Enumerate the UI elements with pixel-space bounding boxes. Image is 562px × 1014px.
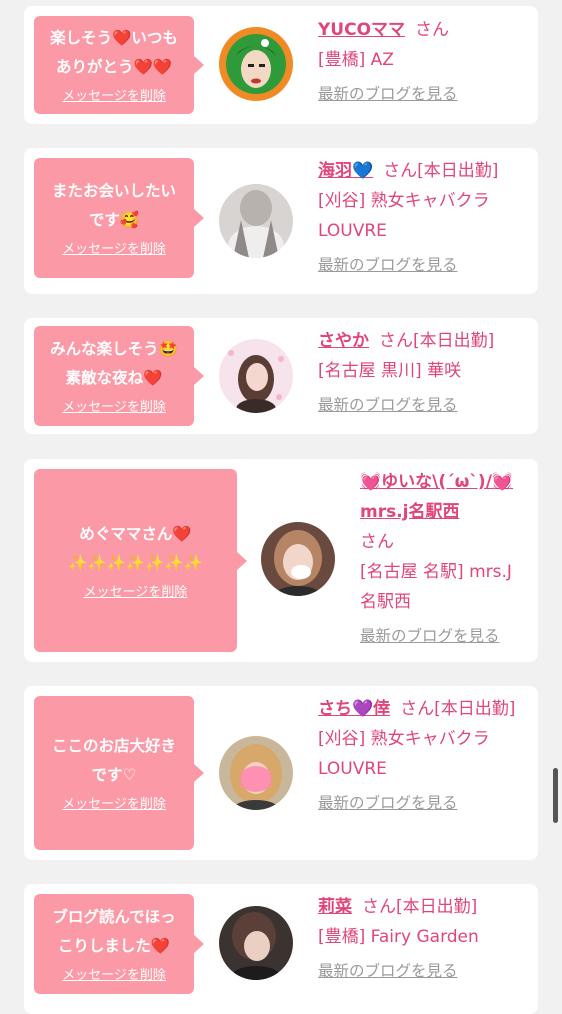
san-label: さん xyxy=(383,161,418,181)
message-card: めぐママさん❤️ ✨✨✨✨✨✨✨ メッセージを削除 💓ゆいな\(´ω`)/💓mr… xyxy=(24,459,538,662)
green-hair-illustration-avatar xyxy=(219,27,293,101)
message-card: 楽しそう❤️いつも ありがとう❤️❤️ メッセージを削除 YUCOママ さん [豊… xyxy=(24,6,538,124)
avatar[interactable] xyxy=(219,27,293,101)
cast-name-link[interactable]: 💓ゆいな\(´ω`)/💓mrs.j名駅西 xyxy=(360,472,513,522)
avatar[interactable] xyxy=(261,522,335,596)
message-card: またお会いしたい です🥰 メッセージを削除 海羽💙 さん[本日出勤] [刈谷] 熟… xyxy=(24,148,538,294)
shop-label: [名古屋 黒川] 華咲 xyxy=(318,361,462,381)
status-label: [本日出勤] xyxy=(434,699,516,719)
latest-blog-link[interactable]: 最新のブログを見る xyxy=(318,79,528,109)
status-label: [本日出勤] xyxy=(417,161,499,181)
message-text: ここのお店大好き です♡ xyxy=(51,737,176,784)
cast-name-link[interactable]: YUCOママ xyxy=(318,20,405,40)
latest-blog-link[interactable]: 最新のブログを見る xyxy=(318,956,533,986)
message-card: ここのお店大好き です♡ メッセージを削除 さち💜倖 さん[本日出勤] [刈谷] … xyxy=(24,686,538,860)
message-bubble: みんな楽しそう🤩 素敵な夜ね❤️ メッセージを削除 xyxy=(34,326,204,426)
cast-info: さち💜倖 さん[本日出勤] [刈谷] 熟女キャバクラ LOUVRE 最新のブログを… xyxy=(318,694,528,818)
san-label: さん xyxy=(360,532,394,552)
san-label: さん xyxy=(415,20,450,40)
shop-label: [豊橋] Fairy Garden xyxy=(318,927,479,947)
avatar[interactable] xyxy=(219,736,293,810)
girl-photo-avatar xyxy=(261,522,335,596)
message-bubble: めぐママさん❤️ ✨✨✨✨✨✨✨ メッセージを削除 xyxy=(34,469,247,652)
girl-photo-avatar xyxy=(219,736,293,810)
latest-blog-link[interactable]: 最新のブログを見る xyxy=(318,788,528,818)
message-card: ブログ読んでほっ こりしました❤️ メッセージを削除 莉菜 さん[本日出勤] [豊… xyxy=(24,884,538,1014)
san-label: さん xyxy=(400,699,435,719)
delete-message-link[interactable]: メッセージを削除 xyxy=(62,796,166,814)
status-label: [本日出勤] xyxy=(396,897,478,917)
latest-blog-link[interactable]: 最新のブログを見る xyxy=(318,250,533,280)
shop-label: [名古屋 名駅] mrs.J 名駅西 xyxy=(360,562,512,612)
shop-label: [豊橋] AZ xyxy=(318,50,394,70)
cast-info: 💓ゆいな\(´ω`)/💓mrs.j名駅西さん [名古屋 名駅] mrs.J 名駅… xyxy=(360,467,530,651)
message-text: 楽しそう❤️いつも ありがとう❤️❤️ xyxy=(50,29,178,76)
delete-message-link[interactable]: メッセージを削除 xyxy=(62,241,166,259)
delete-message-link[interactable]: メッセージを削除 xyxy=(62,88,166,106)
cast-info: さやか さん[本日出勤] [名古屋 黒川] 華咲 最新のブログを見る xyxy=(318,326,533,420)
message-bubble: またお会いしたい です🥰 メッセージを削除 xyxy=(34,158,204,278)
cast-info: 莉菜 さん[本日出勤] [豊橋] Fairy Garden 最新のブログを見る xyxy=(318,892,533,986)
message-bubble: 楽しそう❤️いつも ありがとう❤️❤️ メッセージを削除 xyxy=(34,16,204,114)
san-label: さん xyxy=(379,331,413,351)
cast-name-link[interactable]: 海羽💙 xyxy=(318,161,373,181)
avatar[interactable] xyxy=(219,339,293,413)
girl-photo-avatar xyxy=(219,339,293,413)
cast-info: 海羽💙 さん[本日出勤] [刈谷] 熟女キャバクラ LOUVRE 最新のブログを見… xyxy=(318,156,533,280)
girl-photo-avatar xyxy=(219,906,293,980)
delete-message-link[interactable]: メッセージを削除 xyxy=(62,967,166,985)
girl-photo-avatar xyxy=(219,184,293,258)
scrollbar[interactable] xyxy=(553,768,558,823)
avatar[interactable] xyxy=(219,906,293,980)
cast-name-link[interactable]: さち💜倖 xyxy=(318,699,390,719)
message-text: めぐママさん❤️ ✨✨✨✨✨✨✨ xyxy=(67,524,204,572)
status-label: [本日出勤] xyxy=(413,331,495,351)
message-text: みんな楽しそう🤩 素敵な夜ね❤️ xyxy=(50,340,178,387)
shop-label: [刈谷] 熟女キャバクラ LOUVRE xyxy=(318,191,490,241)
san-label: さん xyxy=(362,897,396,917)
shop-label: [刈谷] 熟女キャバクラ LOUVRE xyxy=(318,729,490,779)
message-text: ブログ読んでほっ こりしました❤️ xyxy=(52,908,176,955)
cast-name-link[interactable]: さやか xyxy=(318,331,369,351)
delete-message-link[interactable]: メッセージを削除 xyxy=(62,399,166,417)
delete-message-link[interactable]: メッセージを削除 xyxy=(84,584,188,602)
message-text: またお会いしたい です🥰 xyxy=(51,182,176,229)
avatar[interactable] xyxy=(219,184,293,258)
message-bubble: ここのお店大好き です♡ メッセージを削除 xyxy=(34,696,204,850)
latest-blog-link[interactable]: 最新のブログを見る xyxy=(360,621,530,651)
message-card: みんな楽しそう🤩 素敵な夜ね❤️ メッセージを削除 さやか さん[本日出勤] [名… xyxy=(24,318,538,434)
cast-name-link[interactable]: 莉菜 xyxy=(318,897,352,917)
latest-blog-link[interactable]: 最新のブログを見る xyxy=(318,390,533,420)
message-bubble: ブログ読んでほっ こりしました❤️ メッセージを削除 xyxy=(34,894,204,994)
cast-info: YUCOママ さん [豊橋] AZ 最新のブログを見る xyxy=(318,15,528,109)
